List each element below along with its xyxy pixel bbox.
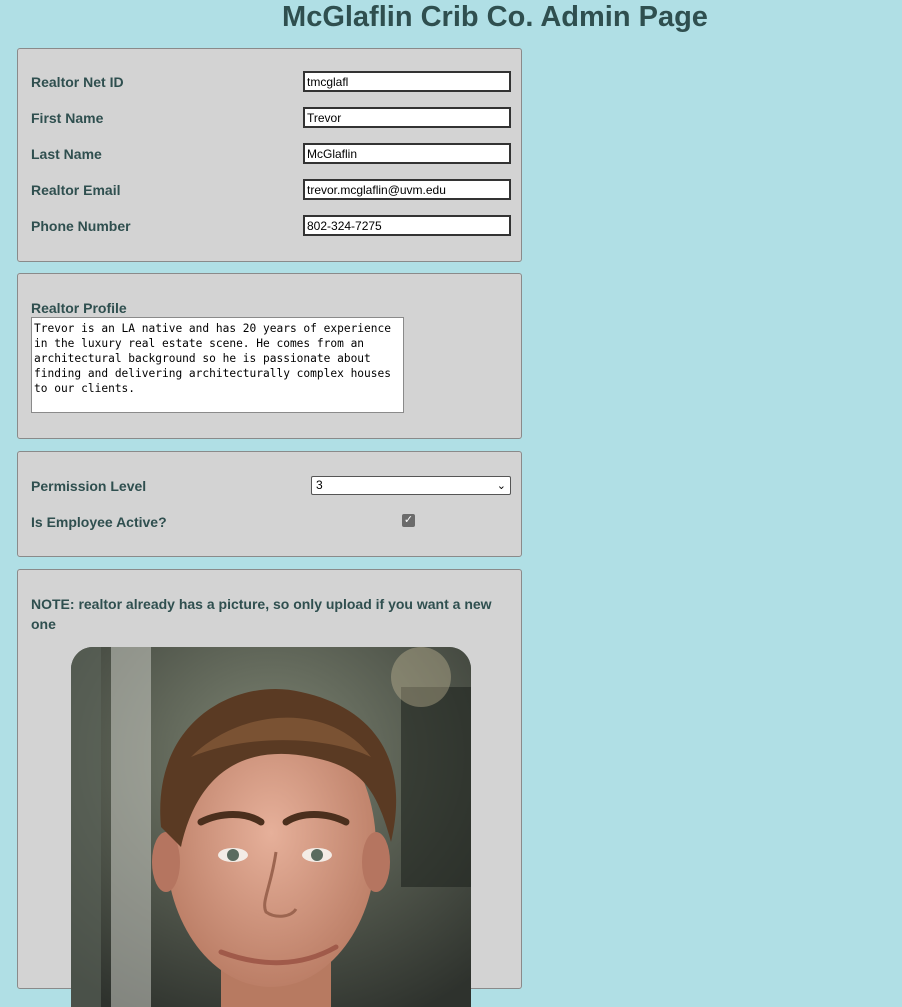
profile-label: Realtor Profile (31, 300, 127, 316)
first-name-label: First Name (31, 110, 104, 126)
permission-level-label: Permission Level (31, 478, 147, 494)
net-id-input[interactable] (303, 71, 511, 92)
email-label: Realtor Email (31, 182, 121, 198)
employee-active-checkbox[interactable]: ✓ (402, 514, 415, 527)
email-input[interactable] (303, 179, 511, 200)
last-name-label: Last Name (31, 146, 102, 162)
first-name-input[interactable] (303, 107, 511, 128)
profile-textarea[interactable]: Trevor is an LA native and has 20 years … (31, 317, 404, 413)
permission-level-select[interactable]: 3 ⌄ (311, 476, 511, 495)
permission-level-value: 3 (316, 478, 323, 492)
picture-fieldset: NOTE: realtor already has a picture, so … (17, 569, 522, 1007)
profile-fieldset: Realtor Profile Trevor is an LA native a… (17, 273, 522, 439)
picture-note: NOTE: realtor already has a picture, so … (31, 596, 492, 632)
page-title: McGlaflin Crib Co. Admin Page (282, 1, 708, 33)
permissions-fieldset: Permission Level 3 ⌄ Is Employee Active?… (17, 451, 522, 557)
checkmark-icon: ✓ (403, 514, 414, 526)
phone-label: Phone Number (31, 218, 131, 234)
realtor-info-fieldset: Realtor Net ID First Name Last Name Real… (17, 48, 522, 262)
net-id-label: Realtor Net ID (31, 74, 124, 90)
realtor-photo (71, 647, 471, 1007)
chevron-down-icon: ⌄ (496, 480, 506, 492)
last-name-input[interactable] (303, 143, 511, 164)
phone-input[interactable] (303, 215, 511, 236)
employee-active-label: Is Employee Active? (31, 514, 167, 530)
